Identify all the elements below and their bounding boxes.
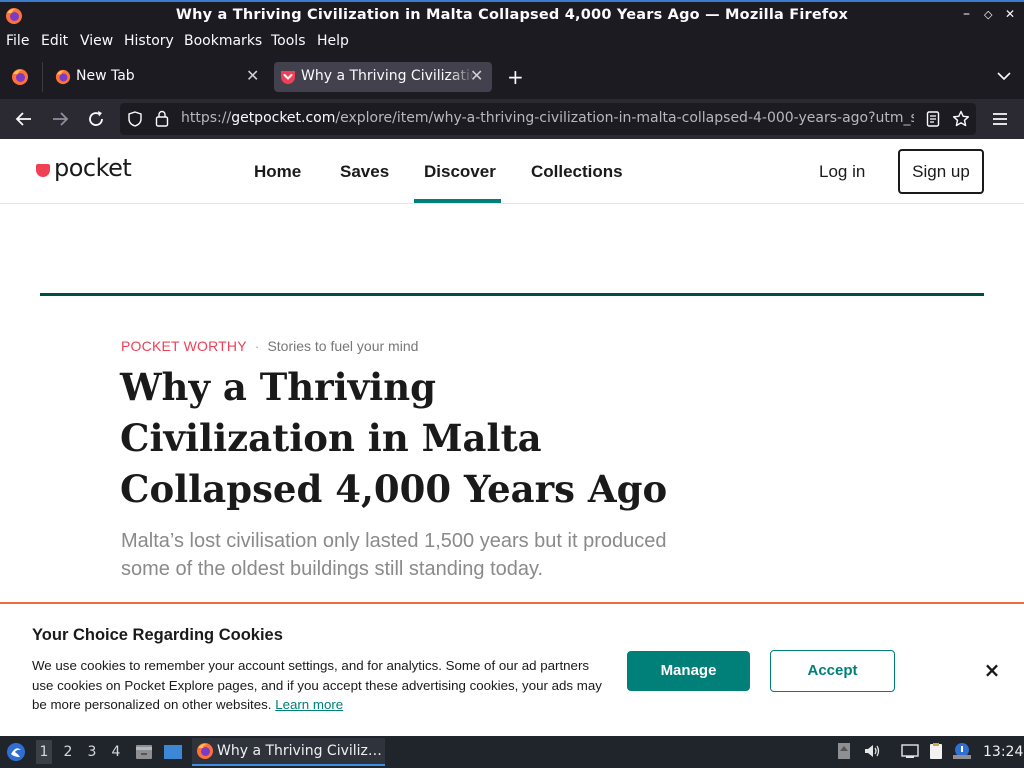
tab-new-tab[interactable]: New Tab ✕: [50, 62, 268, 92]
signup-button[interactable]: Sign up: [898, 149, 984, 194]
clock: 13:24: [983, 744, 1024, 760]
cookie-body: We use cookies to remember your account …: [32, 658, 602, 712]
clipboard-icon[interactable]: [927, 742, 945, 760]
window-titlebar: Why a Thriving Civilization in Malta Col…: [0, 0, 1024, 30]
firefox-view-icon[interactable]: [11, 68, 29, 86]
bookmark-star-icon[interactable]: [952, 110, 970, 128]
article-dek: Malta’s lost civilisation only lasted 1,…: [121, 530, 667, 580]
network-icon[interactable]: [901, 742, 919, 760]
kicker-subtitle: Stories to fuel your mind: [267, 338, 419, 354]
firefox-icon: [55, 69, 71, 85]
tab-label: New Tab: [76, 68, 135, 84]
start-menu-icon[interactable]: [6, 742, 26, 762]
article-headline: Why a Thriving Civilization in Malta Col…: [120, 365, 668, 511]
reload-icon[interactable]: [84, 107, 108, 131]
pocket-icon: [281, 71, 295, 84]
article-kicker: POCKET WORTHY · Stories to fuel your mind: [121, 338, 418, 354]
reader-view-icon[interactable]: [926, 111, 940, 127]
menu-file[interactable]: File: [6, 33, 29, 49]
kicker-separator: ·: [254, 338, 260, 354]
kicker-brand[interactable]: POCKET WORTHY: [121, 338, 247, 354]
volume-icon[interactable]: [863, 742, 881, 760]
accept-cookies-button[interactable]: Accept: [770, 650, 895, 692]
url-text[interactable]: https://getpocket.com/explore/item/why-a…: [181, 110, 914, 126]
close-tab-icon[interactable]: ✕: [246, 66, 259, 85]
close-tab-icon[interactable]: ✕: [470, 66, 483, 85]
close-window-button[interactable]: ✕: [1005, 7, 1015, 21]
notification-icon[interactable]: [953, 742, 971, 760]
navigation-toolbar: https://getpocket.com/explore/item/why-a…: [0, 99, 1024, 139]
close-icon[interactable]: ×: [982, 660, 1002, 680]
learn-more-link[interactable]: Learn more: [275, 697, 343, 712]
taskbar-window-label: Why a Thriving Civiliz…: [217, 743, 382, 759]
manage-cookies-button[interactable]: Manage: [627, 651, 750, 691]
cookie-banner: Your Choice Regarding Cookies We use coo…: [0, 602, 1024, 736]
active-nav-indicator: [414, 199, 501, 203]
menu-bar: File Edit View History Bookmarks Tools H…: [0, 30, 1024, 54]
firefox-icon: [197, 743, 213, 759]
taskbar-firefox-window[interactable]: Why a Thriving Civiliz…: [192, 738, 385, 766]
new-tab-button[interactable]: +: [507, 65, 524, 89]
updates-icon[interactable]: [835, 742, 853, 760]
menu-history[interactable]: History: [124, 33, 174, 49]
desktop-icon[interactable]: [163, 743, 183, 761]
address-bar[interactable]: https://getpocket.com/explore/item/why-a…: [120, 103, 976, 135]
restore-button[interactable]: ◇: [984, 8, 992, 21]
nav-saves[interactable]: Saves: [340, 162, 389, 182]
login-link[interactable]: Log in: [819, 162, 865, 182]
shield-icon[interactable]: [127, 111, 143, 127]
tab-pocket-article[interactable]: Why a Thriving Civilization in Malta Col…: [274, 62, 492, 92]
nav-collections[interactable]: Collections: [531, 162, 623, 182]
site-header: pocket Home Saves Discover Collections L…: [0, 139, 1024, 204]
workspace-1[interactable]: 1: [36, 740, 52, 764]
workspace-2[interactable]: 2: [60, 744, 76, 760]
pocket-logo-icon: [36, 164, 50, 177]
menu-help[interactable]: Help: [317, 33, 349, 49]
workspace-4[interactable]: 4: [108, 744, 124, 760]
window-title: Why a Thriving Civilization in Malta Col…: [175, 7, 849, 23]
pocket-logo-text: pocket: [54, 154, 132, 182]
article-top-rule: [40, 293, 984, 296]
cookie-title: Your Choice Regarding Cookies: [32, 626, 283, 644]
lock-icon[interactable]: [155, 110, 169, 127]
minimize-button[interactable]: –: [963, 6, 970, 22]
app-menu-icon[interactable]: [988, 107, 1012, 131]
nav-discover[interactable]: Discover: [424, 162, 496, 182]
menu-bookmarks[interactable]: Bookmarks: [184, 33, 262, 49]
file-manager-icon[interactable]: [135, 743, 153, 761]
taskbar: 1 2 3 4 Why a Thriving Civiliz… 13:24: [0, 736, 1024, 768]
menu-view[interactable]: View: [80, 33, 113, 49]
workspace-3[interactable]: 3: [84, 744, 100, 760]
menu-tools[interactable]: Tools: [271, 33, 306, 49]
nav-home[interactable]: Home: [254, 162, 301, 182]
list-all-tabs-icon[interactable]: [997, 71, 1011, 81]
back-icon[interactable]: [12, 107, 36, 131]
tab-strip: New Tab ✕ Why a Thriving Civilization in…: [0, 54, 1024, 99]
menu-edit[interactable]: Edit: [41, 33, 68, 49]
forward-icon[interactable]: [48, 107, 72, 131]
tab-label: Why a Thriving Civilization in Malta Col…: [301, 68, 475, 84]
